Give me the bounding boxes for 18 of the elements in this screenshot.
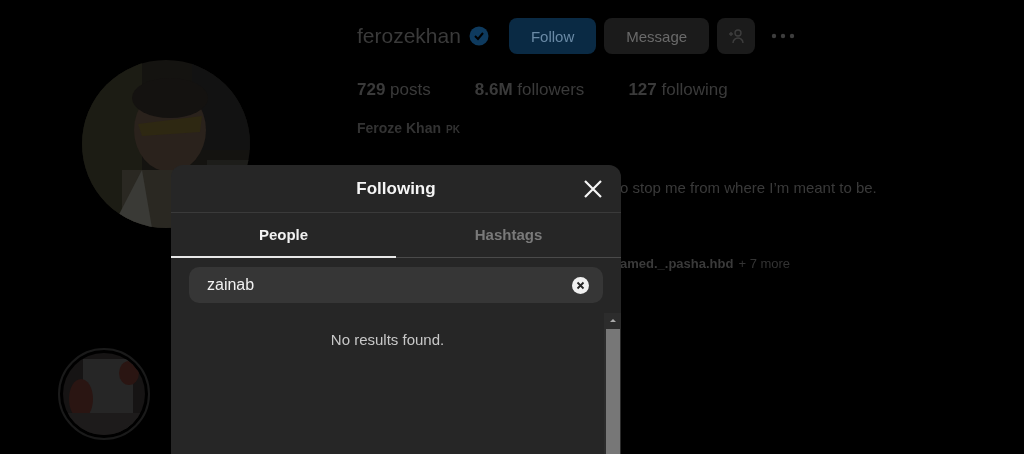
dialog-title: Following	[356, 178, 436, 199]
empty-message: No results found.	[330, 331, 445, 350]
profile-stat[interactable]: 8.6M followers	[474, 80, 585, 100]
scrollbar[interactable]	[604, 313, 621, 454]
more-options-icon[interactable]	[771, 33, 796, 39]
username: ferozekhan	[357, 24, 461, 48]
profile-stat[interactable]: 127 following	[628, 80, 728, 100]
message-button[interactable]: Message	[604, 18, 710, 54]
search-field[interactable]: zainab	[189, 267, 603, 303]
clear-search-icon[interactable]	[572, 277, 589, 294]
dialog-tab[interactable]: People	[171, 213, 396, 258]
suggested-people-button[interactable]	[717, 18, 756, 54]
followed-by-names[interactable]: amed._.pasha.hbd	[620, 256, 734, 271]
dialog-tab[interactable]: Hashtags	[396, 213, 621, 258]
bio-text: o stop me from where I’m meant to be.	[620, 179, 878, 196]
follow-button[interactable]: Follow	[508, 18, 597, 54]
profile-stat: 729 posts	[357, 80, 431, 100]
add-person-icon	[728, 28, 745, 44]
